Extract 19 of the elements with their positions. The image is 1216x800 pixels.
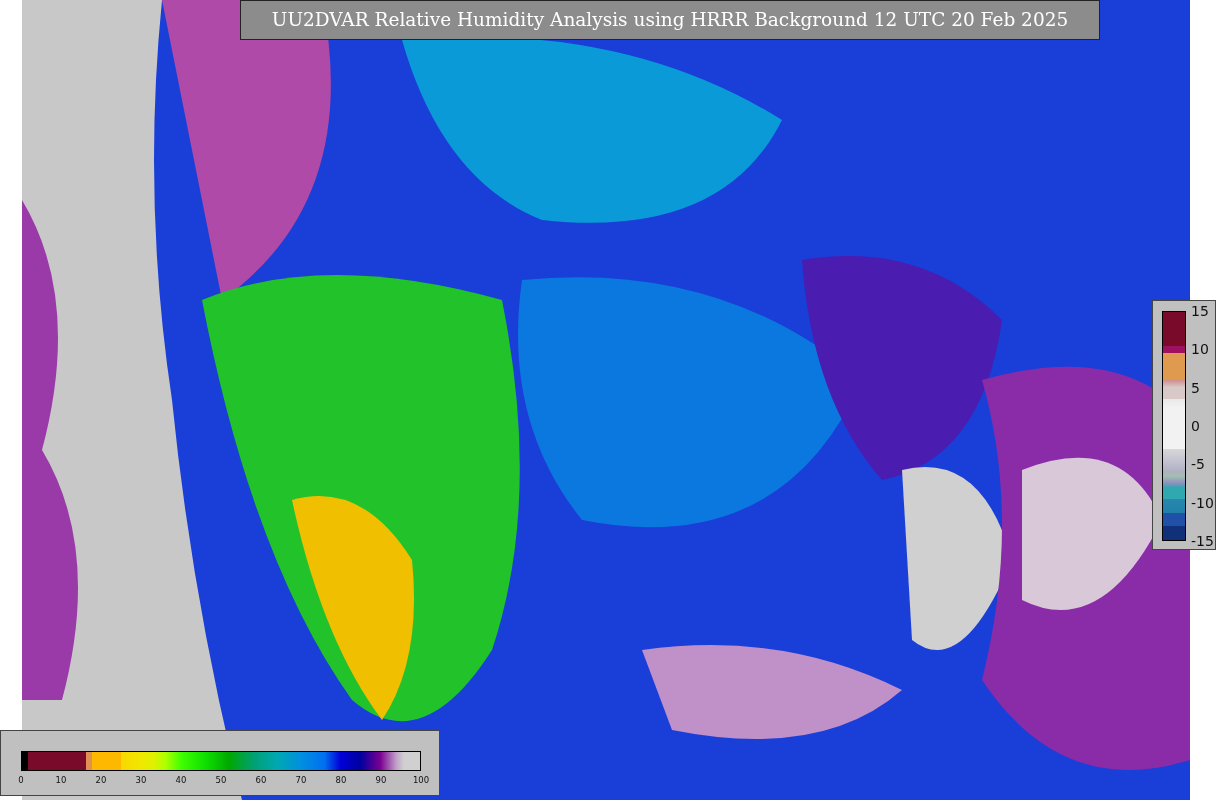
colorbar-label: -15	[1191, 534, 1214, 548]
map-title: UU2DVAR Relative Humidity Analysis using HRRR Background 12 UTC 20 Feb 2025	[240, 0, 1100, 40]
colorbar-label: 0	[18, 776, 24, 785]
colorbar-label: 50	[215, 776, 227, 785]
colorbar-label: 15	[1191, 304, 1209, 318]
colorbar-label: -5	[1191, 457, 1205, 472]
colorbar-label: 90	[375, 776, 387, 785]
colorbar-label: 80	[335, 776, 347, 785]
colorbar-label: 70	[295, 776, 307, 785]
colorbar-label: 5	[1191, 380, 1200, 395]
colorbar-label: 60	[255, 776, 267, 785]
colorbar-label: 20	[95, 776, 107, 785]
colorbar-label: 30	[135, 776, 147, 785]
colorbar-label: 40	[175, 776, 187, 785]
colorbar-label: 0	[1191, 419, 1200, 433]
colorbar-label: -10	[1191, 495, 1214, 510]
colorbar-label: 10	[55, 776, 67, 785]
colorbar-label: 100	[412, 776, 430, 785]
colorbar-label: 10	[1191, 342, 1209, 357]
